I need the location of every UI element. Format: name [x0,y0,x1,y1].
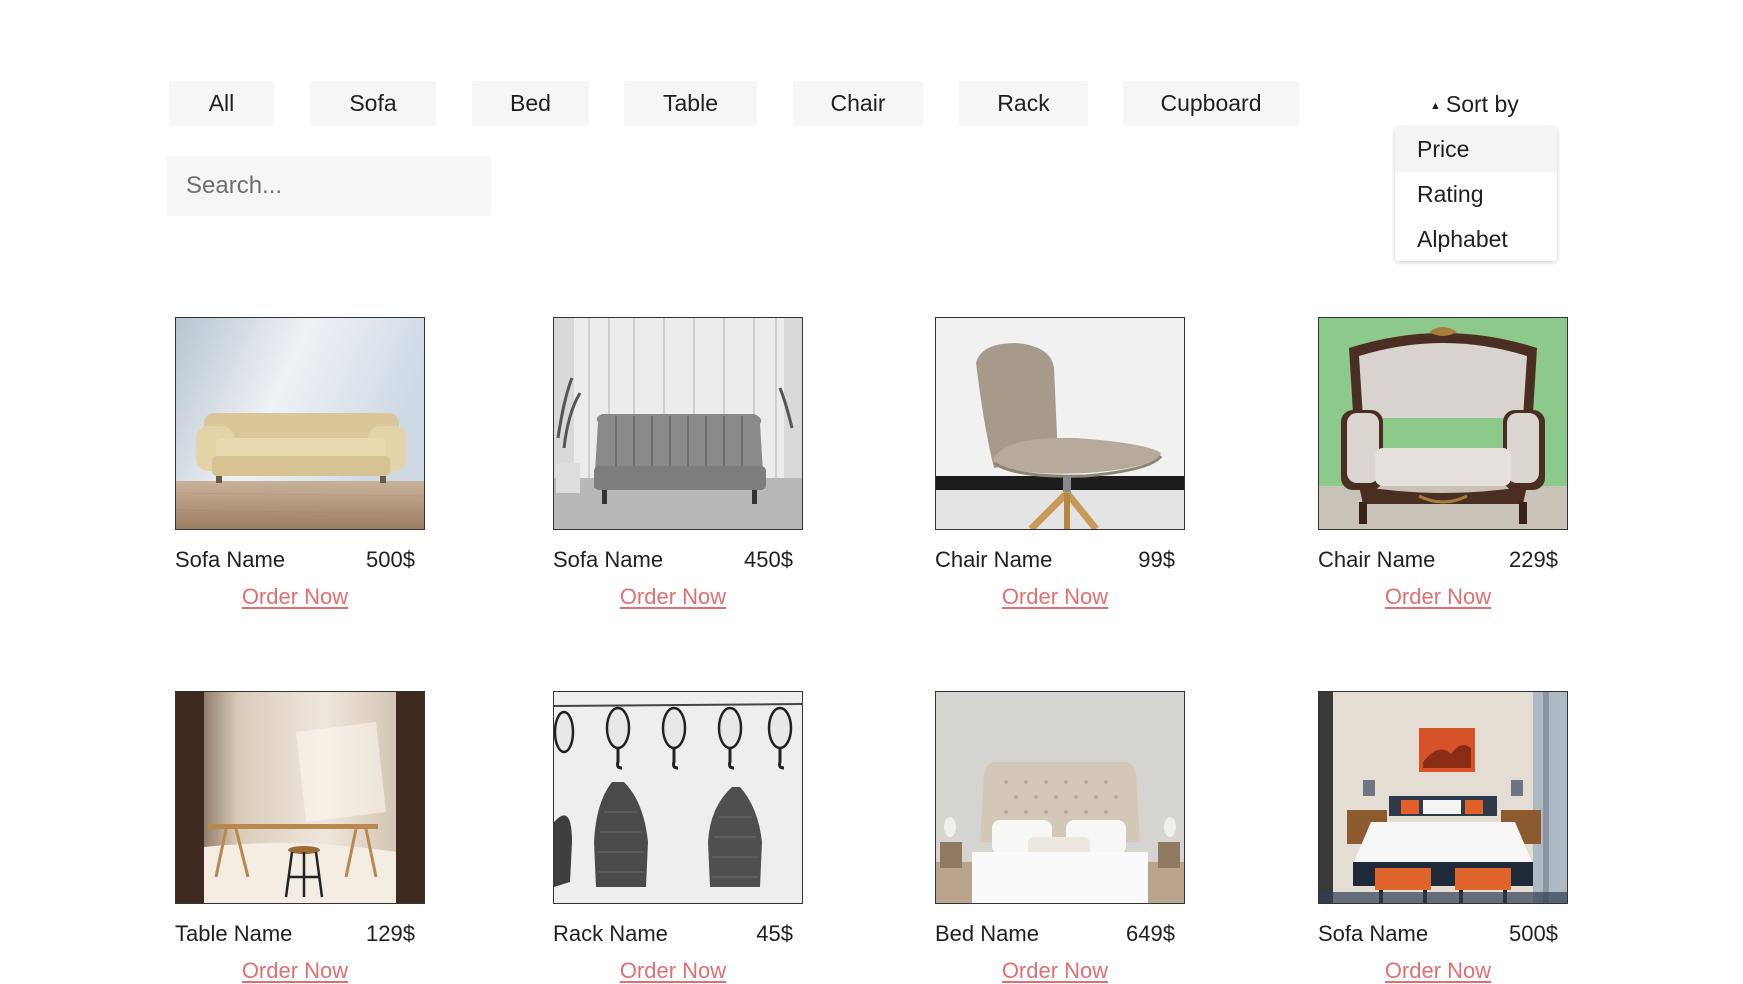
product-price: 45$ [756,921,793,946]
product-info: Chair Name 99$ [935,546,1175,574]
filter-sofa-button[interactable]: Sofa [310,81,436,126]
order-now-link[interactable]: Order Now [553,958,793,984]
product-card: Rack Name 45$ Order Now [553,691,803,984]
order-now-link[interactable]: Order Now [1318,584,1558,610]
filter-rack-button[interactable]: Rack [959,81,1088,126]
sort-option-price[interactable]: Price [1395,127,1557,172]
product-image-sofa[interactable] [553,317,803,530]
product-card: Table Name 129$ Order Now [175,691,425,984]
order-now-link[interactable]: Order Now [1318,958,1558,984]
product-image-chair[interactable] [935,317,1185,530]
product-name: Table Name [175,921,293,946]
sort-dropdown-menu: Price Rating Alphabet [1395,127,1557,261]
filter-chair-button[interactable]: Chair [793,81,923,126]
product-image-bed[interactable] [935,691,1185,904]
sort-by-toggle[interactable]: ▲ Sort by [1430,88,1519,120]
product-name: Chair Name [1318,547,1436,572]
product-info: Table Name 129$ [175,920,415,948]
order-now-link[interactable]: Order Now [553,584,793,610]
product-image-sofa[interactable] [1318,691,1568,904]
filter-bed-button[interactable]: Bed [472,81,589,126]
product-card: Chair Name 229$ Order Now [1318,317,1568,610]
product-name: Sofa Name [1318,921,1429,946]
product-info: Rack Name 45$ [553,920,793,948]
product-image-table[interactable] [175,691,425,904]
product-info: Chair Name 229$ [1318,546,1558,574]
order-now-link[interactable]: Order Now [935,584,1175,610]
product-price: 500$ [1509,921,1558,946]
product-name: Bed Name [935,921,1039,946]
product-name: Sofa Name [175,547,286,572]
product-info: Sofa Name 500$ [175,546,415,574]
product-info: Bed Name 649$ [935,920,1175,948]
product-info: Sofa Name 450$ [553,546,793,574]
sort-by-label: Sort by [1445,90,1519,117]
product-card: Sofa Name 450$ Order Now [553,317,803,610]
filter-all-button[interactable]: All [169,81,274,126]
filter-table-button[interactable]: Table [624,81,757,126]
product-card: Sofa Name 500$ Order Now [1318,691,1568,984]
search-box [167,155,498,217]
sort-option-alphabet[interactable]: Alphabet [1395,217,1557,261]
product-info: Sofa Name 500$ [1318,920,1558,948]
product-card: Sofa Name 500$ Order Now [175,317,425,610]
order-now-link[interactable]: Order Now [175,958,415,984]
filter-cupboard-button[interactable]: Cupboard [1123,81,1299,126]
product-price: 649$ [1126,921,1175,946]
product-price: 500$ [366,547,415,572]
order-now-link[interactable]: Order Now [175,584,415,610]
product-name: Sofa Name [553,547,664,572]
product-card: Chair Name 99$ Order Now [935,317,1185,610]
product-image-chair[interactable] [1318,317,1568,530]
product-image-rack[interactable] [553,691,803,904]
order-now-link[interactable]: Order Now [935,958,1175,984]
search-input[interactable] [167,155,498,217]
product-price: 229$ [1509,547,1558,572]
product-card: Bed Name 649$ Order Now [935,691,1185,984]
product-name: Rack Name [553,921,668,946]
product-image-sofa[interactable] [175,317,425,530]
product-price: 129$ [366,921,415,946]
product-price: 99$ [1138,547,1175,572]
product-price: 450$ [744,547,793,572]
product-name: Chair Name [935,547,1053,572]
sort-option-rating[interactable]: Rating [1395,172,1557,217]
caret-up-icon: ▲ [1430,100,1441,112]
